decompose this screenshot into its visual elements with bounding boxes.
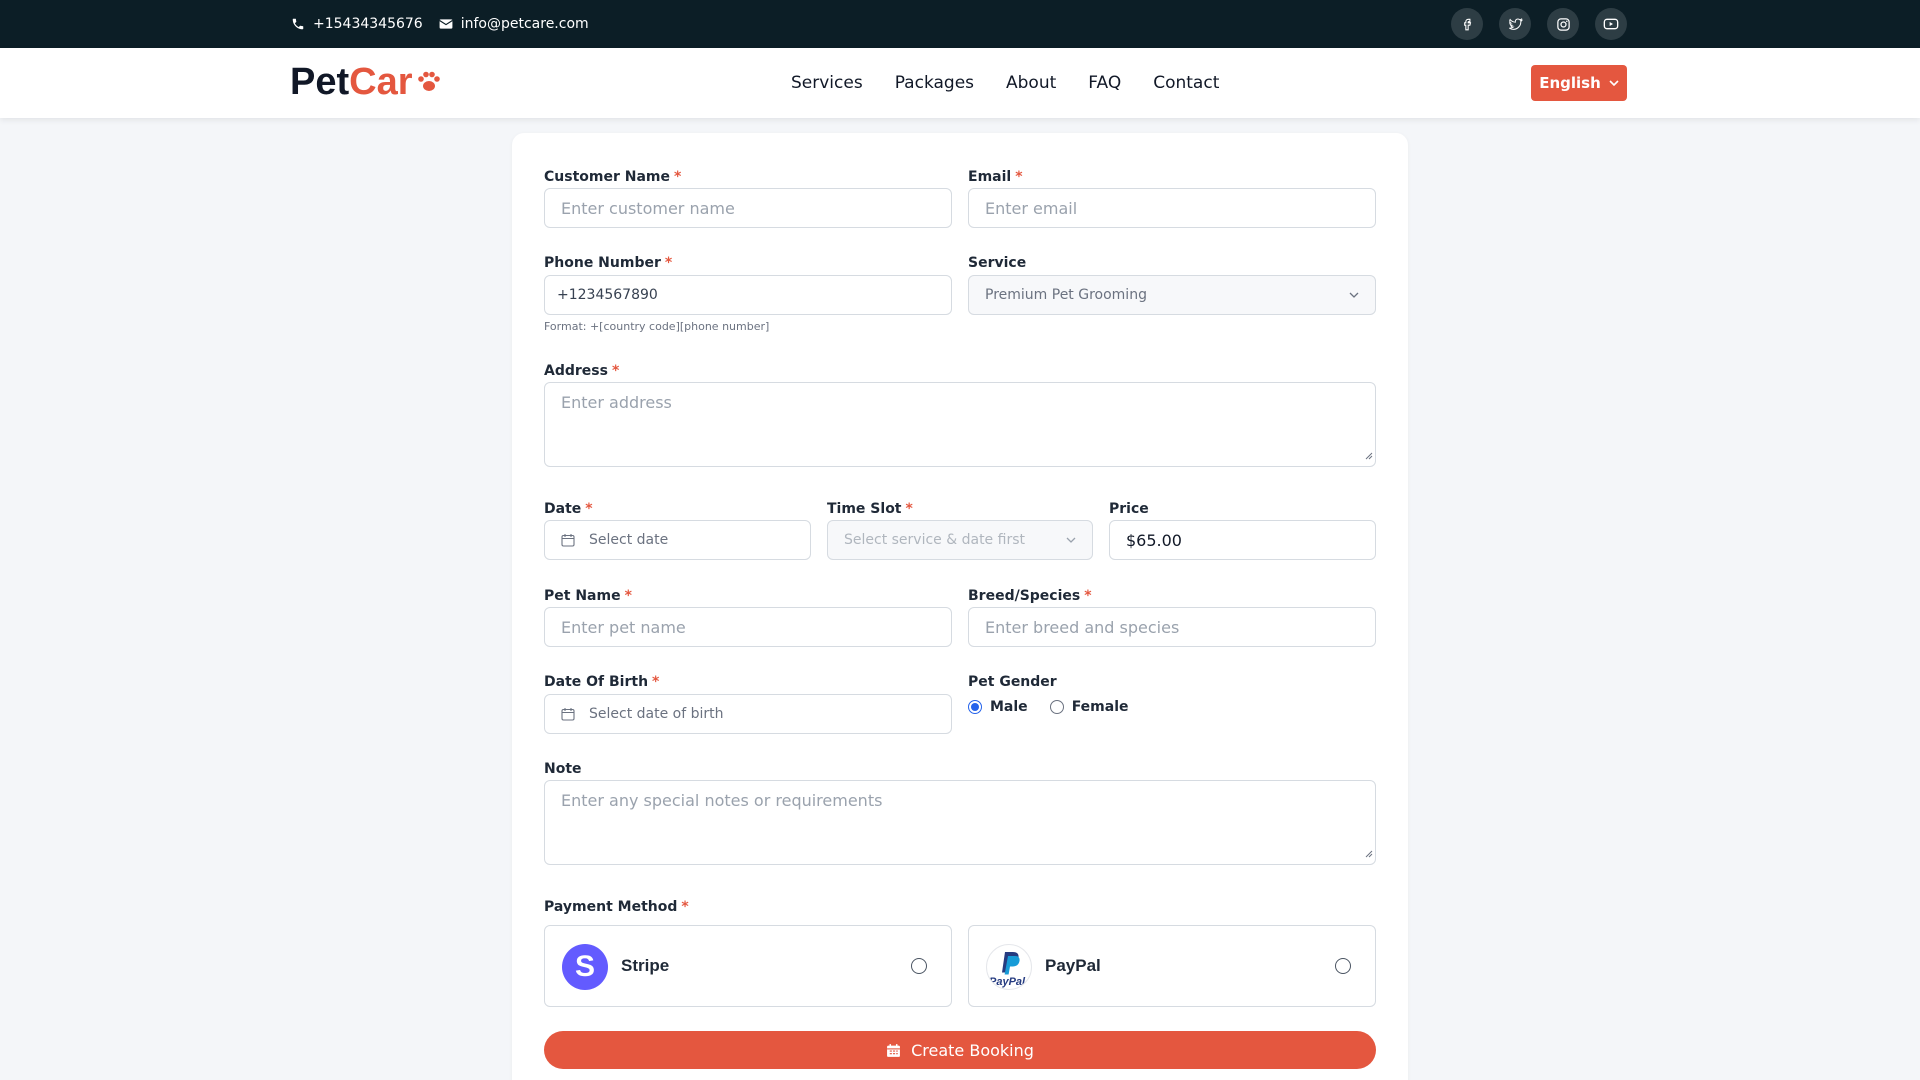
dob-label: Date Of Birth *: [544, 674, 660, 690]
email-contact[interactable]: info@petcare.com: [438, 16, 589, 32]
pet-name-label: Pet Name *: [544, 588, 632, 604]
resize-handle-icon[interactable]: [1365, 843, 1373, 862]
create-booking-button[interactable]: Create Booking: [544, 1031, 1376, 1069]
twitter-icon[interactable]: [1499, 8, 1531, 40]
address-textarea[interactable]: Enter address: [544, 382, 1376, 467]
phone-text: +15434345676: [313, 16, 423, 32]
note-label: Note: [544, 761, 582, 777]
service-select[interactable]: Premium Pet Grooming: [968, 275, 1376, 315]
phone-icon: [291, 17, 305, 31]
nav-item-packages[interactable]: Packages: [895, 73, 974, 93]
male-radio[interactable]: [968, 700, 982, 714]
main-navbar: Pet Car Services Packages About FAQ Cont…: [0, 48, 1920, 118]
language-label: English: [1539, 74, 1601, 92]
calendar-icon: [886, 1043, 901, 1058]
paw-icon: [414, 67, 444, 97]
chevron-down-icon: [1066, 537, 1076, 543]
facebook-icon[interactable]: [1451, 8, 1483, 40]
gender-female-option[interactable]: Female: [1049, 699, 1129, 715]
nav-item-services[interactable]: Services: [791, 73, 863, 93]
date-label: Date *: [544, 501, 593, 517]
email-label: Email *: [968, 169, 1023, 185]
petcare-logo[interactable]: Pet Car: [290, 60, 444, 104]
language-dropdown[interactable]: English: [1531, 65, 1627, 101]
stripe-logo-icon: S: [562, 944, 608, 990]
calendar-icon: [561, 707, 575, 721]
create-booking-label: Create Booking: [911, 1040, 1034, 1060]
envelope-icon: [438, 18, 453, 30]
email-text: info@petcare.com: [460, 16, 589, 32]
logo-text-red: Car: [349, 61, 413, 103]
pet-name-input[interactable]: Enter pet name: [544, 607, 952, 647]
phone-contact[interactable]: +15434345676: [291, 16, 423, 32]
time-slot-select[interactable]: Select service & date first: [827, 520, 1093, 560]
date-picker[interactable]: Select date: [544, 520, 811, 560]
price-input[interactable]: $65.00: [1109, 520, 1376, 560]
payment-option-paypal[interactable]: PayPal PayPal: [968, 925, 1376, 1007]
top-bar: +15434345676 info@petcare.com: [0, 0, 1920, 48]
paypal-logo-icon: PayPal: [986, 944, 1032, 990]
phone-label: Phone Number *: [544, 255, 673, 271]
customer-name-input[interactable]: Enter customer name: [544, 188, 952, 228]
calendar-icon: [561, 533, 575, 547]
chevron-down-icon: [1349, 292, 1359, 298]
phone-input[interactable]: +1234567890: [544, 275, 952, 315]
gender-male-option[interactable]: Male: [968, 699, 1028, 715]
phone-format-hint: Format: +[country code][phone number]: [544, 320, 770, 333]
chevron-down-icon: [1609, 80, 1619, 86]
customer-name-label: Customer Name *: [544, 169, 682, 185]
note-textarea[interactable]: Enter any special notes or requirements: [544, 780, 1376, 865]
female-radio[interactable]: [1049, 700, 1064, 714]
price-label: Price: [1109, 501, 1149, 517]
nav-item-faq[interactable]: FAQ: [1088, 73, 1121, 93]
paypal-label: PayPal: [1045, 956, 1101, 975]
nav-item-about[interactable]: About: [1006, 73, 1056, 93]
svg-text:PayPal: PayPal: [989, 976, 1026, 988]
youtube-icon[interactable]: [1595, 8, 1627, 40]
payment-option-stripe[interactable]: S Stripe: [544, 925, 952, 1007]
pet-gender-group: Male Female: [968, 699, 1129, 715]
pet-gender-label: Pet Gender: [968, 674, 1057, 690]
social-links: [1451, 8, 1627, 40]
dob-picker[interactable]: Select date of birth: [544, 694, 952, 734]
address-label: Address *: [544, 363, 620, 379]
booking-form: Customer Name * Enter customer name Email…: [512, 133, 1408, 1080]
resize-handle-icon[interactable]: [1365, 445, 1373, 464]
contact-info: +15434345676 info@petcare.com: [291, 0, 589, 48]
paypal-radio[interactable]: [1335, 958, 1351, 974]
payment-method-label: Payment Method *: [544, 899, 689, 915]
breed-label: Breed/Species *: [968, 588, 1092, 604]
time-slot-label: Time Slot *: [827, 501, 913, 517]
logo-text-dark: Pet: [290, 61, 350, 103]
breed-input[interactable]: Enter breed and species: [968, 607, 1376, 647]
email-input[interactable]: Enter email: [968, 188, 1376, 228]
stripe-label: Stripe: [621, 956, 670, 975]
service-label: Service: [968, 255, 1027, 271]
instagram-icon[interactable]: [1547, 8, 1579, 40]
main-menu: Services Packages About FAQ Contact: [791, 48, 1219, 118]
stripe-radio[interactable]: [911, 958, 927, 974]
nav-item-contact[interactable]: Contact: [1153, 73, 1219, 93]
